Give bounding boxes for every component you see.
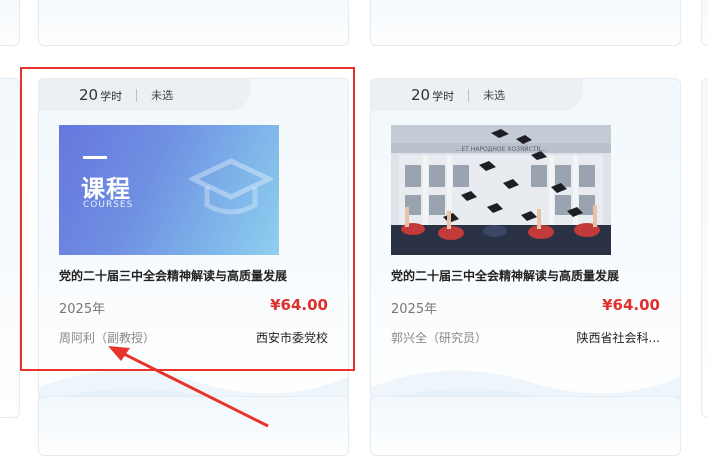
- course-card-partial-edge-left[interactable]: [0, 78, 20, 418]
- selection-status: 未选: [483, 89, 506, 102]
- course-thumbnail[interactable]: ...ЕТ НАРОДНОЕ ХОЗЯЙСТВ...: [391, 125, 611, 255]
- course-card-partial-top-left[interactable]: [38, 0, 349, 46]
- course-price: ¥64.00: [602, 296, 660, 314]
- course-card-partial-top-edge-left[interactable]: [0, 0, 20, 46]
- course-title[interactable]: 党的二十届三中全会精神解读与高质量发展: [391, 267, 666, 284]
- course-card-partial-top-edge-right[interactable]: [701, 0, 708, 46]
- course-organization: 陕西省社会科...: [576, 331, 660, 345]
- course-teacher: 郭兴全（研究员）: [391, 331, 488, 345]
- course-meta-tab: 20 学时 未选: [371, 79, 583, 111]
- tab-divider: [468, 88, 470, 102]
- building-banner: ...ЕТ НАРОДНОЕ ХОЗЯЙСТВ...: [456, 146, 547, 153]
- course-card-partial-top-right[interactable]: [370, 0, 681, 46]
- course-year: 2025年: [391, 302, 438, 317]
- course-card[interactable]: 20 学时 未选 ...ЕТ НАРОДНОЕ ХОЗЯЙСТВ... 党的二十…: [370, 78, 681, 418]
- course-card-partial-bottom-left[interactable]: [38, 396, 349, 456]
- course-card-partial-bottom-right[interactable]: [370, 396, 681, 456]
- course-card-partial-edge-right[interactable]: [701, 78, 708, 418]
- graduation-photo: ...ЕТ НАРОДНОЕ ХОЗЯЙСТВ...: [391, 125, 611, 255]
- course-hours: 20 学时: [411, 86, 455, 104]
- highlight-box-annotation: [20, 67, 355, 371]
